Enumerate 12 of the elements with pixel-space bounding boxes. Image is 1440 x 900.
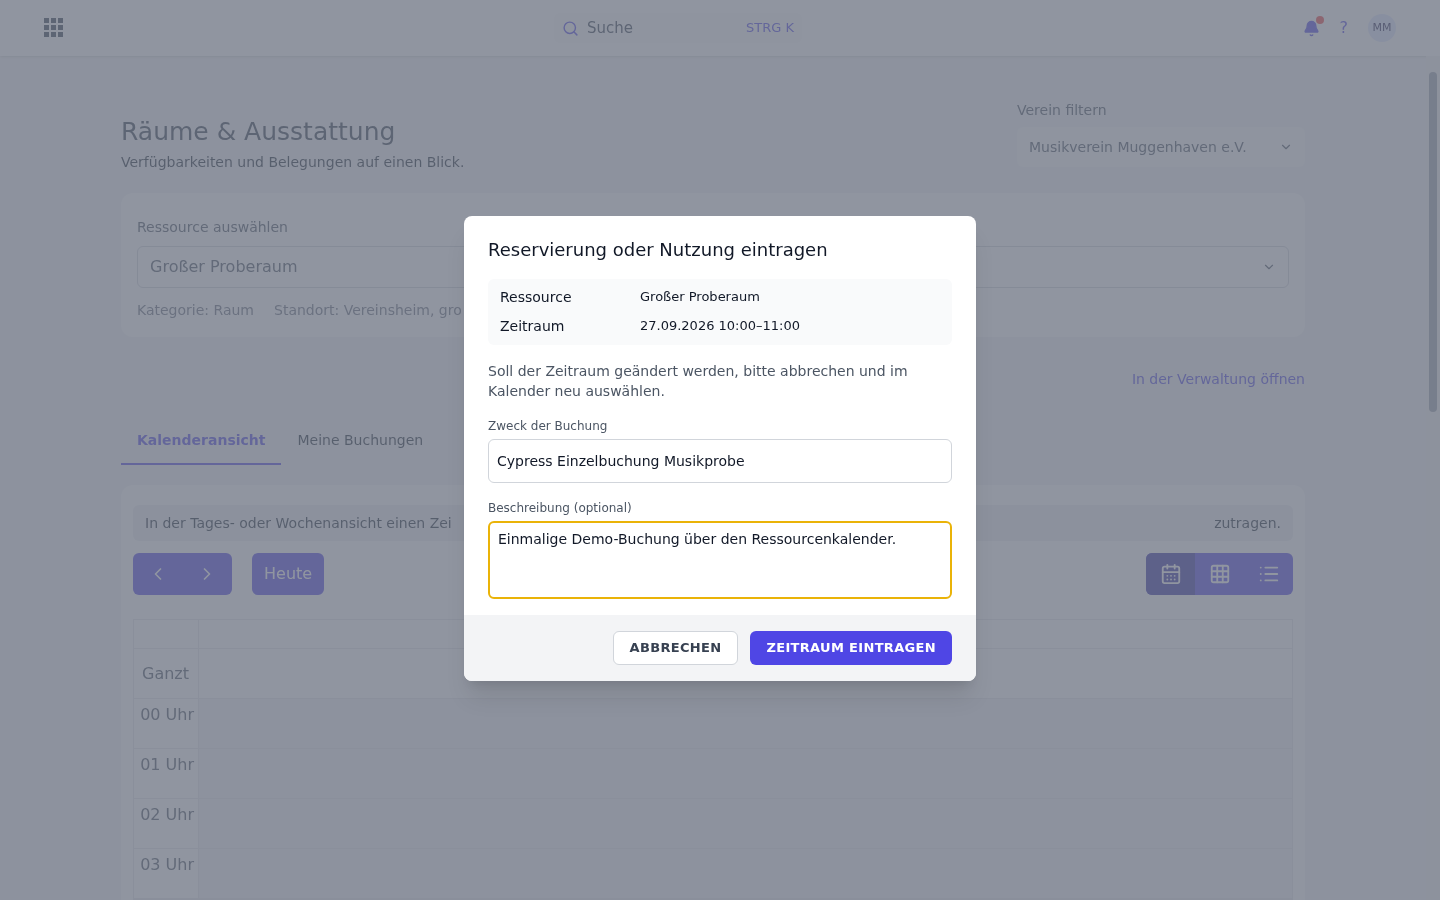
dialog-note: Soll der Zeitraum geändert werden, bitte abbrechen und im Kalender neu auswählen. <box>488 362 909 401</box>
dialog-title: Reservierung oder Nutzung eintragen <box>488 238 829 262</box>
submit-button[interactable]: ZEITRAUM EINTRAGEN <box>750 631 952 665</box>
summary-label: Ressource <box>500 288 573 307</box>
field-label: Zweck der Buchung <box>488 418 609 435</box>
purpose-field[interactable]: Cypress Einzelbuchung Musikprobe <box>488 439 952 483</box>
description-field[interactable]: Einmalige Demo-Buchung über den Ressourcenkalender. <box>488 521 952 599</box>
cancel-button[interactable]: ABBRECHEN <box>612 631 739 665</box>
summary-value: Großer Proberaum <box>640 288 761 306</box>
summary-value: 27.09.2026 10:00–11:00 <box>640 317 801 335</box>
field-label: Beschreibung (optional) <box>488 500 633 517</box>
summary-label: Zeitraum <box>500 317 566 336</box>
